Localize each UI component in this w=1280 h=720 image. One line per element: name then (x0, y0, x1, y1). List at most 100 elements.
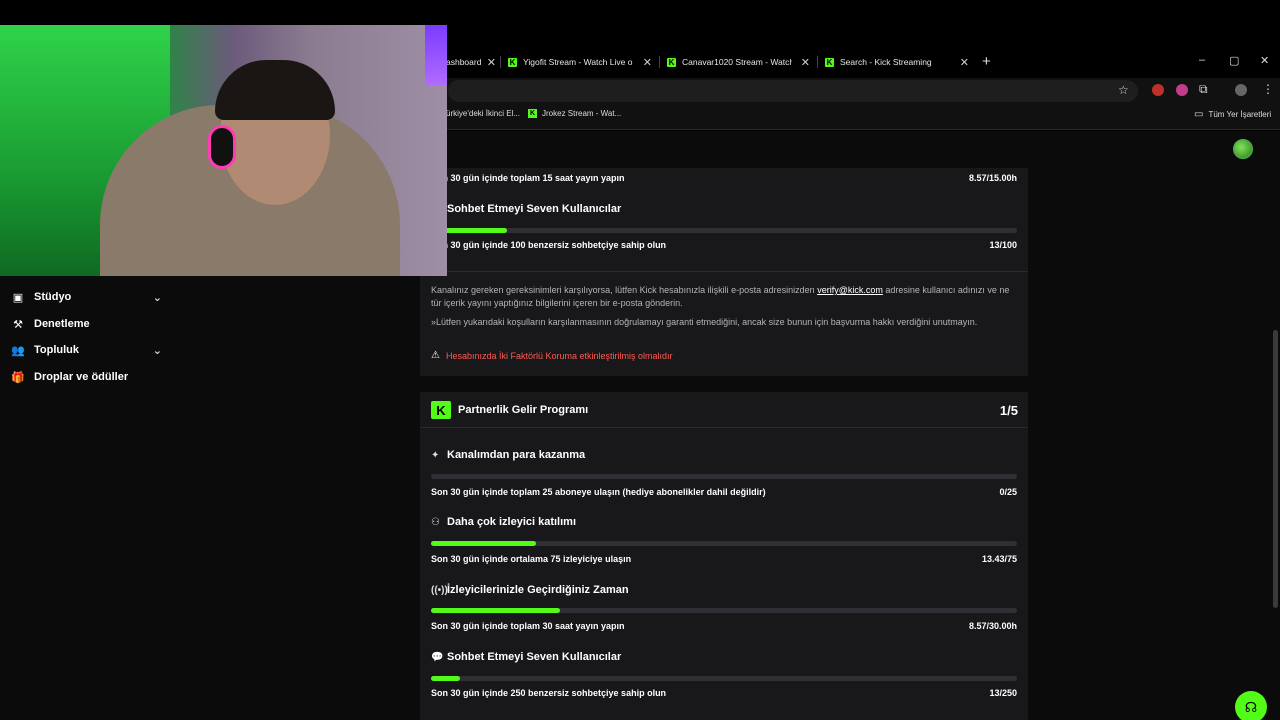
extension-icon[interactable] (1152, 84, 1164, 96)
sidebar-item-drops[interactable]: 🎁 Droplar ve ödüller (11, 371, 162, 384)
goal-description: Son 30 gün içinde 250 benzersiz sohbetçi… (431, 688, 667, 698)
goal-value: 13.43/75 (981, 554, 1017, 564)
disclaimer-note: »Lütfen yukarıdaki koşulların karşılanma… (431, 317, 978, 327)
tab-yigofit[interactable]: K Yigofit Stream - Watch Live on Ki ✕ (508, 51, 652, 73)
tab-close-icon[interactable]: ✕ (960, 56, 969, 69)
goal-description: Son 30 gün içinde toplam 15 saat yayın y… (431, 173, 625, 183)
goal-title: ⚇ Daha çok izleyici katılımı (431, 516, 576, 528)
two-factor-warning: ⚠ Hesabınızda İki Faktörlü Koruma etkinl… (431, 350, 673, 361)
new-tab-button[interactable]: + (982, 53, 991, 70)
bookmark-item[interactable]: ürkiye'deki İkinci El... (446, 109, 520, 118)
sidebar-item-studio[interactable]: ▣ Stüdyo ⌄ (12, 291, 162, 304)
tab-separator (659, 56, 660, 68)
maximize-icon[interactable]: ▢ (1229, 54, 1239, 67)
page-scrollbar[interactable] (1273, 330, 1278, 608)
all-bookmarks[interactable]: ▭ Tüm Yer İşaretleri (1194, 109, 1271, 120)
webcam-overlay (0, 25, 447, 276)
support-chat-button[interactable]: ☊ (1235, 691, 1267, 720)
menu-icon[interactable]: ⋮ (1262, 82, 1274, 96)
chat-icon: 💬 (431, 651, 444, 663)
minimize-icon[interactable]: – (1199, 54, 1205, 66)
goal-value: 13/100 (989, 240, 1017, 250)
goal-progress-bar (431, 608, 1017, 613)
bookmark-label: ürkiye'deki İkinci El... (446, 109, 520, 118)
puzzle-icon[interactable]: ⧉ (1199, 82, 1208, 97)
chevron-down-icon: ⌄ (152, 291, 162, 304)
divider (420, 427, 1028, 428)
goal-progress-bar (431, 474, 1017, 479)
goal-progress-bar (431, 541, 1017, 546)
gift-icon: 🎁 (11, 371, 25, 384)
goal-progress-fill (431, 541, 537, 546)
folder-icon: ▭ (1194, 109, 1204, 120)
sidebar-item-label: Stüdyo (34, 291, 72, 303)
kick-favicon-icon: K (528, 109, 537, 118)
affiliate-card (420, 168, 1028, 376)
goal-title-text: Daha çok izleyici katılımı (447, 516, 577, 528)
goal-title: ✦ Kanalımdan para kazanma (431, 449, 585, 461)
headset-icon: ☊ (1244, 698, 1258, 715)
goal-progress-bar (431, 228, 1017, 233)
sidebar-item-label: Denetleme (34, 318, 90, 330)
studio-icon: ▣ (12, 291, 24, 304)
close-window-icon[interactable]: ✕ (1260, 54, 1269, 67)
tab-title: Yigofit Stream - Watch Live on Ki (523, 57, 633, 67)
profile-icon[interactable] (1235, 84, 1247, 96)
broadcast-icon: ((•)) (431, 584, 448, 596)
note-text: Kanalınız gereken gereksinimleri karşılı… (431, 285, 818, 295)
verify-email-link[interactable]: verify@kick.com (817, 285, 883, 295)
partner-program-title: Partnerlik Gelir Programı (458, 404, 589, 416)
tab-search[interactable]: K Search - Kick Streaming ✕ (825, 51, 969, 73)
all-bookmarks-label: Tüm Yer İşaretleri (1208, 110, 1272, 119)
tab-close-icon[interactable]: ✕ (801, 56, 810, 69)
goal-title: ((•)) İzleyicilerinizle Geçirdiğiniz Zam… (431, 584, 629, 596)
goal-value: 0/25 (999, 487, 1017, 497)
kick-favicon-icon: K (667, 57, 676, 67)
chevron-down-icon: ⌄ (152, 344, 162, 357)
bookmark-item[interactable]: K Jrokez Stream - Wat... (528, 109, 621, 118)
goal-title: 💬 Sohbet Etmeyi Seven Kullanıcılar (431, 651, 621, 663)
avatar[interactable] (1233, 139, 1253, 159)
tab-dashboard[interactable]: ashboard ✕ (446, 51, 496, 73)
address-field[interactable] (448, 80, 1138, 102)
viewers-icon: ⚇ (431, 516, 440, 528)
sidebar-item-label: Topluluk (34, 344, 80, 356)
sidebar-item-moderation[interactable]: ⚒ Denetleme (12, 318, 162, 331)
tab-separator (817, 56, 818, 68)
goal-description: Son 30 gün içinde toplam 30 saat yayın y… (431, 621, 625, 631)
tab-canavar[interactable]: K Canavar1020 Stream - Watch Li ✕ (667, 51, 810, 73)
goal-progress-bar (431, 676, 1017, 681)
partner-program-header: K Partnerlik Gelir Programı (431, 401, 588, 419)
goal-title-text: İzleyicilerinizle Geçirdiğiniz Zaman (447, 584, 629, 596)
goal-value: 8.57/15.00h (968, 173, 1017, 183)
tab-separator (500, 56, 501, 68)
tab-close-icon[interactable]: ✕ (643, 56, 652, 69)
tab-title: ashboard (446, 57, 482, 67)
bookmark-label: Jrokez Stream - Wat... (542, 109, 622, 118)
community-icon: 👥 (11, 344, 25, 357)
extension-icon[interactable] (1176, 84, 1188, 96)
sidebar-item-community[interactable]: 👥 Topluluk ⌄ (11, 344, 162, 357)
bookmark-star-icon[interactable]: ☆ (1118, 83, 1129, 97)
goal-description: Son 30 gün içinde toplam 25 aboneye ulaş… (431, 487, 766, 497)
goal-title-text: Sohbet Etmeyi Seven Kullanıcılar (447, 203, 622, 215)
partner-program-count: 1/5 (999, 403, 1018, 418)
tab-close-icon[interactable]: ✕ (487, 56, 496, 69)
sparkle-icon: ✦ (431, 449, 440, 461)
tab-title: Canavar1020 Stream - Watch Li (682, 57, 792, 67)
kick-favicon-icon: K (825, 57, 834, 67)
goal-value: 13/250 (989, 688, 1017, 698)
goal-description: Son 30 gün içinde ortalama 75 izleyiciye… (431, 554, 632, 564)
goal-title: 💬 Sohbet Etmeyi Seven Kullanıcılar (431, 203, 621, 215)
verification-note: Kanalınız gereken gereksinimleri karşılı… (431, 284, 1011, 310)
goal-title-text: Sohbet Etmeyi Seven Kullanıcılar (447, 651, 622, 663)
goal-progress-fill (431, 608, 560, 613)
moderation-icon: ⚒ (13, 318, 23, 331)
sidebar-item-label: Droplar ve ödüller (34, 371, 129, 383)
goal-progress-fill (431, 676, 461, 681)
kick-favicon-icon: K (508, 57, 517, 67)
kick-logo-icon: K (431, 401, 451, 419)
headset-icon (208, 125, 236, 169)
warning-text: Hesabınızda İki Faktörlü Koruma etkinleş… (445, 350, 673, 361)
goal-title-text: Kanalımdan para kazanma (447, 449, 586, 461)
